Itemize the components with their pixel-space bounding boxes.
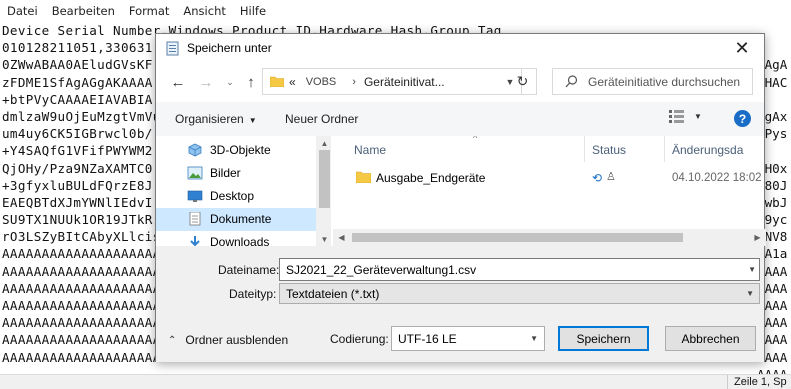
chevron-down-icon: ▼	[248, 116, 257, 125]
column-header-date[interactable]: Änderungsda	[672, 143, 743, 157]
scroll-up-icon[interactable]: ▲	[316, 136, 331, 150]
up-arrow-icon[interactable]: ↑	[240, 72, 262, 92]
nav-pane-scrollbar[interactable]: ▲ ▼	[316, 136, 331, 246]
scroll-down-icon[interactable]: ▼	[316, 232, 331, 246]
close-button[interactable]: ✕	[720, 34, 764, 63]
help-icon[interactable]: ?	[734, 110, 751, 127]
filename-input[interactable]: SJ2021_22_Geräteverwaltung1.csv ▼	[279, 258, 760, 281]
nav-item-label: 3D-Objekte	[210, 143, 271, 157]
recent-locations-chevron-icon[interactable]: ⌄	[219, 72, 241, 92]
nav-item-pictures[interactable]: Bilder	[156, 162, 316, 185]
statusbar-position: Zeile 1, Sp	[734, 376, 787, 388]
column-divider[interactable]	[584, 136, 585, 162]
menu-format[interactable]: Format	[122, 4, 177, 18]
statusbar-separator	[727, 375, 728, 389]
downloads-icon	[190, 236, 200, 246]
nav-item-label: Dokumente	[210, 212, 272, 226]
dialog-title: Speichern unter	[187, 41, 272, 55]
hide-folders-button[interactable]: ⌃ Ordner ausblenden	[168, 333, 288, 347]
chevron-up-icon: ⌃	[168, 334, 177, 346]
sort-ascending-icon: ^	[473, 136, 478, 143]
back-arrow-icon[interactable]: ←	[167, 72, 189, 92]
filename-label: Dateiname:	[218, 263, 280, 277]
encoding-value: UTF-16 LE	[398, 332, 457, 346]
address-prefix: «	[289, 74, 296, 89]
encoding-label: Codierung:	[330, 332, 389, 346]
scroll-left-icon[interactable]: ◀	[333, 229, 350, 246]
column-header-status[interactable]: Status	[592, 143, 626, 157]
folder-icon	[270, 76, 284, 87]
hide-folders-label: Ordner ausblenden	[185, 333, 289, 347]
shared-user-icon: ♙	[606, 171, 616, 183]
dialog-titlebar: Speichern unter ✕	[156, 34, 764, 63]
column-header-name[interactable]: Name	[354, 143, 386, 157]
nav-item-desktop[interactable]: Desktop	[156, 185, 316, 208]
menu-ansicht[interactable]: Ansicht	[176, 4, 232, 18]
forward-arrow-icon[interactable]: →	[195, 72, 217, 92]
nav-item-label: Downloads	[210, 235, 270, 246]
nav-item-3d-objects[interactable]: 3D-Objekte	[156, 139, 316, 162]
horizontal-scrollbar[interactable]: ◀ ▶	[333, 229, 766, 246]
filetype-label: Dateityp:	[229, 287, 277, 301]
folder-icon	[356, 171, 371, 183]
navigation-row: ← → ⌄ ↑ « VOBS › Geräteinitivat... ▼ ↻ G…	[156, 63, 764, 101]
chevron-right-icon: ›	[352, 75, 356, 88]
menu-datei[interactable]: Datei	[0, 4, 45, 18]
view-options-button[interactable]: ▼	[669, 110, 702, 123]
menu-bearbeiten[interactable]: Bearbeiten	[45, 4, 122, 18]
nav-item-downloads[interactable]: Downloads	[156, 231, 316, 246]
filename-value: SJ2021_22_Geräteverwaltung1.csv	[286, 263, 477, 277]
dialog-toolbar: Organisieren ▼ Neuer Ordner ▼ ?	[156, 102, 764, 136]
refresh-icon[interactable]: ↻	[509, 68, 537, 95]
nav-item-documents[interactable]: Dokumente	[156, 208, 316, 231]
pictures-icon	[187, 166, 203, 180]
address-segment-vobs[interactable]: VOBS	[306, 76, 337, 88]
chevron-down-icon[interactable]: ▼	[748, 265, 756, 274]
cancel-button[interactable]: Abbrechen	[665, 326, 756, 351]
address-segment-current[interactable]: Geräteinitivat...	[364, 75, 445, 89]
search-placeholder: Geräteinitiative durchsuchen	[588, 74, 741, 89]
address-bar[interactable]: « VOBS › Geräteinitivat... ▼	[262, 68, 522, 95]
documents-icon	[189, 212, 201, 226]
scrollbar-thumb[interactable]	[352, 233, 683, 242]
scroll-right-icon[interactable]: ▶	[749, 229, 766, 246]
chevron-down-icon: ▼	[694, 112, 702, 121]
chevron-down-icon: ▼	[530, 334, 538, 343]
menu-hilfe[interactable]: Hilfe	[233, 4, 273, 18]
file-name: Ausgabe_Endgeräte	[376, 171, 486, 185]
nav-item-label: Desktop	[210, 189, 255, 203]
file-modified-date: 04.10.2022 18:02	[672, 172, 762, 184]
file-list: ^ Name Status Änderungsda Ausgabe_Endger…	[333, 136, 766, 246]
text-line-right: AAAA	[754, 366, 791, 374]
column-divider[interactable]	[664, 136, 665, 162]
save-as-dialog: Speichern unter ✕ ← → ⌄ ↑ « VOBS › Gerät…	[155, 33, 766, 362]
organize-label: Organisieren	[175, 112, 244, 126]
organize-button[interactable]: Organisieren ▼	[175, 112, 257, 126]
list-item[interactable]: Ausgabe_Endgeräte ⟲ ♙ 04.10.2022 18:02	[333, 166, 766, 190]
notepad-statusbar: Zeile 1, Sp	[0, 374, 791, 389]
filetype-select[interactable]: Textdateien (*.txt) ▼	[279, 283, 760, 304]
details-view-icon	[669, 110, 684, 123]
sync-icon: ⟲	[592, 171, 603, 185]
desktop-icon	[187, 190, 203, 202]
search-icon	[565, 75, 578, 88]
notepad-menubar: Datei Bearbeiten Format Ansicht Hilfe	[0, 0, 791, 22]
3d-objects-icon	[188, 143, 202, 157]
dialog-form-area: Dateiname: SJ2021_22_Geräteverwaltung1.c…	[156, 246, 764, 362]
encoding-select[interactable]: UTF-16 LE ▼	[391, 326, 545, 351]
save-button[interactable]: Speichern	[558, 326, 649, 351]
search-input[interactable]: Geräteinitiative durchsuchen	[552, 68, 753, 95]
filetype-value: Textdateien (*.txt)	[286, 287, 380, 301]
notepad-icon	[166, 41, 179, 56]
nav-item-label: Bilder	[210, 166, 241, 180]
navigation-pane: 3D-Objekte Bilder Desktop Dokumente Down…	[156, 136, 331, 246]
scrollbar-thumb[interactable]	[319, 150, 330, 208]
new-folder-button[interactable]: Neuer Ordner	[285, 112, 358, 126]
chevron-down-icon: ▼	[746, 289, 754, 298]
